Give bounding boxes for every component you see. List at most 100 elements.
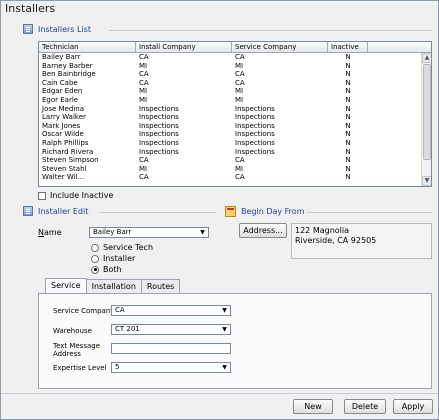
text-message-label: Text Message Address	[53, 342, 100, 358]
table-cell: Inspections	[235, 130, 275, 139]
table-cell: Inspections	[139, 130, 179, 139]
chevron-down-icon[interactable]: ▼	[220, 364, 229, 371]
table-cell: CA	[235, 156, 245, 165]
warehouse-dropdown[interactable]: CT 201 ▼	[111, 324, 231, 335]
installer-edit-header: Installer Edit	[23, 206, 88, 216]
table-cell: CA	[235, 53, 245, 61]
table-cell: N	[345, 138, 351, 147]
section-divider	[100, 212, 216, 213]
scroll-up-icon[interactable]: ▲	[422, 53, 431, 63]
begin-day-from-header: Begin Day From	[225, 206, 304, 217]
warehouse-value: CT 201	[115, 325, 140, 333]
vertical-scrollbar[interactable]: ▲ ▼	[421, 53, 431, 186]
table-row[interactable]: Cain Cabe CA CA N	[39, 79, 421, 88]
chevron-down-icon[interactable]: ▼	[220, 307, 229, 314]
expertise-level-dropdown[interactable]: 5 ▼	[111, 362, 231, 373]
table-row[interactable]: Richard Rivera Inspections Inspections N	[39, 148, 421, 157]
radio-service-tech-label: Service Tech	[103, 243, 154, 252]
radio-installer-label: Installer	[103, 254, 136, 263]
address-line-2: Riverside, CA 92505	[295, 236, 377, 245]
section-divider	[109, 30, 432, 31]
table-row[interactable]: Larry Walker Inspections Inspections N	[39, 113, 421, 122]
grid-header: Technician Install Company Service Compa…	[39, 42, 431, 53]
table-cell: N	[345, 78, 351, 87]
table-row[interactable]: Steven Stahl MI MI N	[39, 165, 421, 174]
scroll-down-icon[interactable]: ▼	[422, 176, 431, 186]
service-company-label: Service Company	[53, 307, 115, 315]
column-header-technician[interactable]: Technician	[39, 42, 136, 52]
table-cell: Walter Wil...	[42, 173, 85, 182]
radio-service-tech-button[interactable]	[91, 243, 99, 252]
installers-list-header: Installers List	[23, 24, 91, 34]
table-cell: MI	[139, 61, 148, 70]
radio-service-tech[interactable]: Service Tech	[91, 243, 153, 252]
table-cell: N	[345, 130, 351, 139]
list-icon	[23, 24, 33, 34]
column-header-service-company[interactable]: Service Company	[232, 42, 328, 52]
list-icon	[23, 206, 33, 216]
apply-button[interactable]: Apply	[393, 399, 433, 414]
chevron-down-icon[interactable]: ▼	[220, 326, 229, 333]
table-row[interactable]: Egor Earle MI MI N	[39, 96, 421, 105]
table-cell: Richard Rivera	[42, 147, 94, 156]
table-cell: CA	[235, 70, 245, 79]
tab-routes[interactable]: Routes	[140, 279, 181, 293]
name-dropdown[interactable]: Bailey Barr ▼	[89, 227, 209, 238]
table-row[interactable]: Edgar Eden MI MI N	[39, 87, 421, 96]
table-cell: Jose Medina	[42, 104, 84, 113]
installers-grid[interactable]: Technician Install Company Service Compa…	[38, 41, 432, 187]
table-cell: MI	[139, 95, 148, 104]
table-cell: CA	[235, 173, 245, 182]
installers-window: Installers Installers List Technician In…	[0, 0, 439, 420]
table-cell: MI	[235, 164, 244, 173]
table-cell: N	[345, 70, 351, 79]
table-row[interactable]: Jose Medina Inspections Inspections N	[39, 105, 421, 114]
new-button[interactable]: New	[293, 399, 333, 414]
table-row[interactable]: Barney Barber MI MI N	[39, 62, 421, 71]
tab-installation[interactable]: Installation	[85, 279, 142, 293]
delete-button[interactable]: Delete	[344, 399, 386, 414]
address-button[interactable]: Address...	[239, 223, 287, 238]
radio-installer-button[interactable]	[91, 254, 99, 263]
table-row[interactable]: Ben Bainbridge CA CA N	[39, 70, 421, 79]
table-cell: Inspections	[235, 104, 275, 113]
table-cell: N	[345, 53, 351, 61]
table-row[interactable]: Ralph Phillips Inspections Inspections N	[39, 139, 421, 148]
table-cell: Bailey Barr	[42, 53, 81, 61]
table-row[interactable]: Walter Wil... CA CA N	[39, 173, 421, 182]
scroll-thumb[interactable]	[423, 64, 431, 160]
table-cell: CA	[139, 70, 149, 79]
table-cell: CA	[139, 156, 149, 165]
table-cell: Inspections	[139, 104, 179, 113]
radio-both[interactable]: Both	[91, 265, 122, 274]
include-inactive-checkbox[interactable]	[38, 191, 46, 200]
service-company-dropdown[interactable]: CA ▼	[111, 305, 231, 316]
table-cell: N	[345, 121, 351, 130]
service-tab-panel: Service Company CA ▼ Warehouse CT 201 ▼ …	[38, 293, 432, 389]
tab-service[interactable]: Service	[45, 278, 87, 293]
table-row[interactable]: Bailey Barr CA CA N	[39, 53, 421, 62]
table-row[interactable]: Mark Jones Inspections Inspections N	[39, 122, 421, 131]
table-cell: Inspections	[235, 121, 275, 130]
table-cell: N	[345, 95, 351, 104]
table-cell: Cain Cabe	[42, 78, 78, 87]
column-header-inactive[interactable]: Inactive	[328, 42, 368, 52]
chevron-down-icon[interactable]: ▼	[198, 229, 207, 236]
table-cell: Inspections	[235, 138, 275, 147]
table-cell: CA	[139, 78, 149, 87]
table-cell: MI	[235, 87, 244, 96]
column-header-install-company[interactable]: Install Company	[136, 42, 232, 52]
table-cell: Inspections	[235, 113, 275, 122]
table-cell: Larry Walker	[42, 113, 86, 122]
radio-both-button[interactable]	[91, 265, 99, 274]
table-row[interactable]: Steven Simpson CA CA N	[39, 156, 421, 165]
table-row[interactable]: Oscar Wilde Inspections Inspections N	[39, 130, 421, 139]
table-cell: Inspections	[139, 138, 179, 147]
include-inactive-label: Include Inactive	[50, 191, 114, 200]
text-message-address-input[interactable]	[111, 343, 231, 354]
section-divider	[307, 212, 432, 213]
table-cell: Egor Earle	[42, 95, 79, 104]
table-cell: MI	[235, 61, 244, 70]
radio-installer[interactable]: Installer	[91, 254, 135, 263]
table-cell: Inspections	[139, 113, 179, 122]
